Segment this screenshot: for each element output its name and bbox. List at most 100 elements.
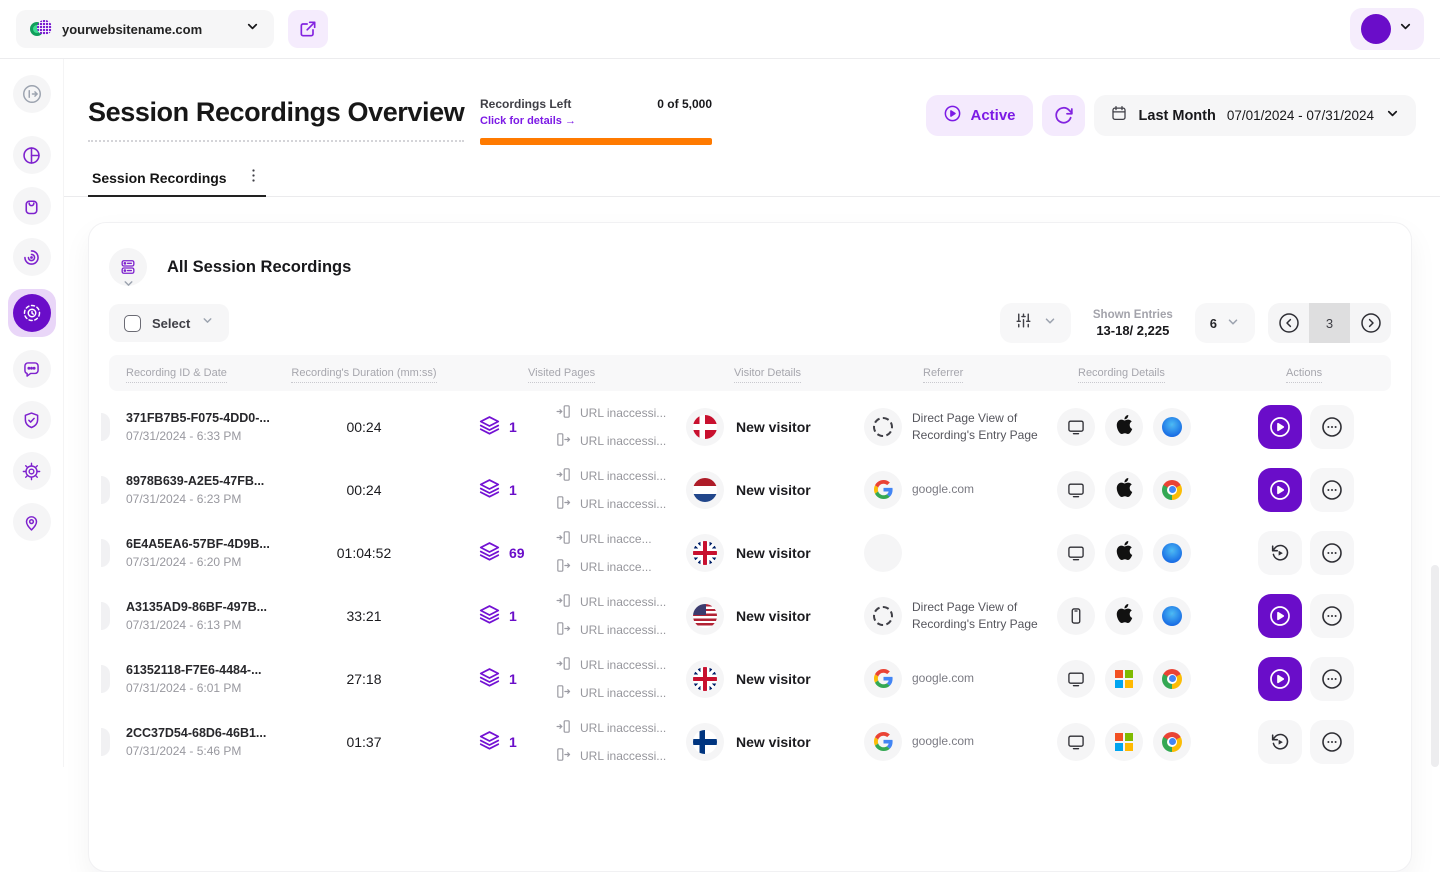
play-recording-button[interactable] — [1258, 468, 1302, 512]
date-range-picker[interactable]: Last Month 07/01/2024 - 07/31/2024 — [1094, 95, 1416, 136]
referrer-icon-circle — [864, 534, 902, 572]
layers-icon — [479, 477, 500, 503]
recordings-left-widget: Recordings Left 0 of 5,000 Click for det… — [480, 97, 712, 145]
sidebar-item-behaviour[interactable] — [13, 238, 51, 276]
account-menu[interactable] — [1350, 8, 1424, 50]
recording-id: 371FB7B5-F075-4DD0-... — [126, 411, 279, 425]
referrer-cell: Direct Page View of Recording's Entry Pa… — [819, 597, 1051, 635]
session-recordings-card: All Session Recordings Select Shown Entr… — [88, 222, 1412, 872]
visitor-details-cell: New visitor — [661, 660, 819, 698]
visitor-type: New visitor — [736, 545, 811, 561]
replay-recording-button[interactable] — [1258, 531, 1302, 575]
pages-count: 1 — [509, 608, 517, 624]
chevron-down-icon[interactable] — [122, 277, 135, 295]
filter-dropdown[interactable] — [1000, 303, 1071, 343]
recording-date: 07/31/2024 - 6:23 PM — [126, 492, 279, 506]
referrer-icon-circle — [864, 597, 902, 635]
actions-cell — [1243, 405, 1393, 449]
recording-details-cell — [1051, 534, 1243, 572]
layers-icon — [479, 414, 500, 440]
sidebar-item-location[interactable] — [13, 503, 51, 541]
layers-icon — [479, 729, 500, 755]
refresh-button[interactable] — [1042, 95, 1085, 136]
more-actions-button[interactable] — [1310, 531, 1354, 575]
select-all-checkbox[interactable] — [124, 315, 141, 332]
play-recording-button[interactable] — [1258, 657, 1302, 701]
recording-id-cell: 6E4A5EA6-57BF-4D9B... 07/31/2024 - 6:20 … — [109, 537, 279, 569]
safari-icon — [1162, 543, 1182, 563]
pages-count: 1 — [509, 482, 517, 498]
active-status-button[interactable]: Active — [926, 95, 1033, 136]
recording-duration: 01:04:52 — [279, 545, 449, 561]
chevron-down-icon — [201, 314, 214, 332]
exit-url: URL inaccessi... — [555, 746, 666, 766]
website-selector[interactable]: yourwebsitename.com — [16, 10, 274, 48]
sidebar-item-ecommerce[interactable] — [13, 187, 51, 225]
recording-duration: 33:21 — [279, 608, 449, 624]
chevron-down-icon — [1043, 314, 1057, 333]
sidebar-item-settings[interactable] — [13, 452, 51, 490]
sidebar-item-privacy[interactable] — [13, 401, 51, 439]
visited-pages-cell: 69 URL inacce... URL inacce... — [449, 529, 661, 577]
recording-id: 8978B639-A2E5-47FB... — [126, 474, 279, 488]
recordings-left-label: Recordings Left — [480, 97, 571, 111]
visited-pages-cell: 1 URL inaccessi... URL inaccessi... — [449, 592, 661, 640]
page-scrollbar[interactable] — [1431, 565, 1439, 767]
more-actions-button[interactable] — [1310, 594, 1354, 638]
desktop-icon — [1057, 471, 1095, 509]
play-recording-button[interactable] — [1258, 594, 1302, 638]
recording-details-cell — [1051, 471, 1243, 509]
current-page: 3 — [1309, 303, 1350, 343]
referrer-text: google.com — [912, 670, 974, 687]
recording-details-cell — [1051, 723, 1243, 761]
tab-bar: Session Recordings — [64, 160, 1440, 197]
column-header: Recording's Duration (mm:ss) — [279, 367, 449, 379]
referrer-icon-circle — [864, 723, 902, 761]
sidebar-collapse-toggle[interactable] — [13, 75, 51, 113]
more-actions-button[interactable] — [1310, 405, 1354, 449]
safari-icon — [1162, 417, 1182, 437]
flag-circle — [686, 471, 724, 509]
main-content: Session Recordings Overview Recordings L… — [64, 59, 1440, 767]
row-handle — [101, 665, 110, 693]
recording-date: 07/31/2024 - 6:01 PM — [126, 681, 279, 695]
previous-page-button[interactable] — [1268, 303, 1309, 343]
tab-session-recordings[interactable]: Session Recordings — [88, 160, 266, 197]
sliders-icon — [1014, 311, 1033, 335]
windows-icon — [1115, 733, 1133, 751]
dk-flag-icon — [693, 415, 717, 439]
actions-cell — [1243, 657, 1393, 701]
referrer-text: google.com — [912, 733, 974, 750]
select-dropdown[interactable]: Select — [109, 304, 229, 342]
visitor-details-cell: New visitor — [661, 534, 819, 572]
table-row: 8978B639-A2E5-47FB... 07/31/2024 - 6:23 … — [109, 458, 1391, 521]
recording-id: 6E4A5EA6-57BF-4D9B... — [126, 537, 279, 551]
more-actions-button[interactable] — [1310, 657, 1354, 701]
open-website-button[interactable] — [288, 10, 328, 48]
play-recording-button[interactable] — [1258, 405, 1302, 449]
visitor-type: New visitor — [736, 419, 811, 435]
page-size-dropdown[interactable]: 6 — [1195, 303, 1255, 343]
sidebar-item-session-recordings[interactable] — [8, 289, 56, 337]
date-preset: Last Month — [1139, 108, 1216, 124]
chevron-down-icon — [1385, 106, 1400, 126]
table-header-row: Recording ID & DateRecording's Duration … — [109, 355, 1391, 391]
column-header: Recording Details — [1051, 367, 1243, 379]
nl-flag-icon — [693, 478, 717, 502]
pages-count: 1 — [509, 419, 517, 435]
sidebar-item-feedback[interactable] — [13, 350, 51, 388]
kebab-menu-icon[interactable] — [245, 167, 262, 189]
sidebar-item-dashboard[interactable] — [13, 136, 51, 174]
table-row: 61352118-F7E6-4484-... 07/31/2024 - 6:01… — [109, 647, 1391, 710]
referrer-cell: google.com — [819, 723, 1051, 761]
desktop-icon — [1057, 660, 1095, 698]
more-actions-button[interactable] — [1310, 720, 1354, 764]
recording-date: 07/31/2024 - 5:46 PM — [126, 744, 279, 758]
shown-entries: Shown Entries 13-18/ 2,225 — [1093, 309, 1173, 338]
mobile-icon — [1057, 597, 1095, 635]
more-actions-button[interactable] — [1310, 468, 1354, 512]
recordings-details-link[interactable]: Click for details → — [480, 115, 576, 127]
next-page-button[interactable] — [1350, 303, 1391, 343]
row-handle — [101, 476, 110, 504]
replay-recording-button[interactable] — [1258, 720, 1302, 764]
